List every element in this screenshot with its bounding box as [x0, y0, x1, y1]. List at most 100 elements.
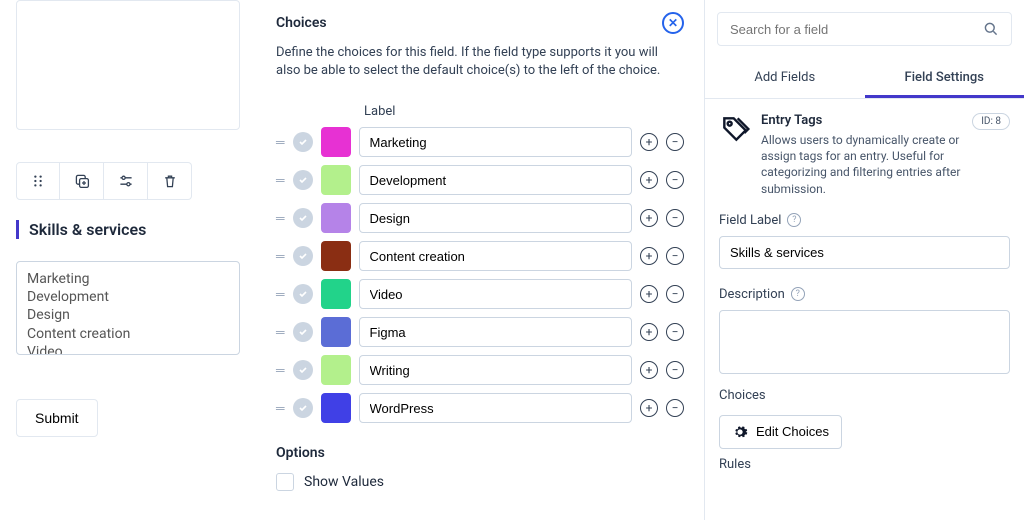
choice-row: ═ +− [276, 165, 684, 195]
drag-handle-icon[interactable]: ═ [276, 363, 285, 377]
add-choice-button[interactable]: + [640, 247, 658, 265]
form-preview-canvas [16, 0, 240, 130]
drag-handle-icon[interactable]: ═ [276, 173, 285, 187]
remove-choice-button[interactable]: − [666, 171, 684, 189]
submit-button[interactable]: Submit [16, 399, 98, 437]
add-choice-button[interactable]: + [640, 361, 658, 379]
duplicate-icon [74, 173, 90, 189]
choice-row: ═ +− [276, 203, 684, 233]
drag-handle-icon[interactable]: ═ [276, 211, 285, 225]
remove-choice-button[interactable]: − [666, 247, 684, 265]
drag-handle-icon[interactable]: ═ [276, 287, 285, 301]
field-type-description: Allows users to dynamically create or as… [761, 132, 962, 197]
sliders-icon [118, 173, 134, 189]
trash-icon [162, 173, 178, 189]
preview-item: Marketing [27, 270, 229, 288]
drag-handle-icon[interactable]: ═ [276, 325, 285, 339]
choice-row: ═ +− [276, 355, 684, 385]
color-swatch[interactable] [321, 279, 351, 309]
field-type-title: Entry Tags [761, 113, 962, 128]
add-choice-button[interactable]: + [640, 133, 658, 151]
color-swatch[interactable] [321, 165, 351, 195]
color-swatch[interactable] [321, 393, 351, 423]
choice-label-input[interactable] [359, 127, 632, 157]
default-choice-toggle[interactable] [293, 322, 313, 342]
remove-choice-button[interactable]: − [666, 133, 684, 151]
label-column-header: Label [364, 104, 684, 119]
options-section-title: Options [276, 445, 684, 461]
color-swatch[interactable] [321, 241, 351, 271]
color-swatch[interactable] [321, 355, 351, 385]
edit-choices-label: Edit Choices [756, 424, 829, 439]
choice-row: ═ +− [276, 317, 684, 347]
field-id-badge: ID: 8 [972, 113, 1010, 130]
preview-item: Video [27, 343, 229, 355]
field-toolbar [16, 162, 240, 200]
choice-label-input[interactable] [359, 203, 632, 233]
field-search[interactable] [717, 12, 1012, 46]
drag-handle-button[interactable] [16, 162, 60, 200]
right-tabs: Add Fields Field Settings [705, 60, 1024, 99]
choices-heading: Choices [705, 384, 1024, 407]
default-choice-toggle[interactable] [293, 132, 313, 152]
add-choice-button[interactable]: + [640, 285, 658, 303]
remove-choice-button[interactable]: − [666, 209, 684, 227]
color-swatch[interactable] [321, 127, 351, 157]
delete-button[interactable] [148, 162, 192, 200]
choice-label-input[interactable] [359, 165, 632, 195]
remove-choice-button[interactable]: − [666, 285, 684, 303]
default-choice-toggle[interactable] [293, 398, 313, 418]
preview-item: Content creation [27, 325, 229, 343]
choice-row: ═ +− [276, 127, 684, 157]
add-choice-button[interactable]: + [640, 323, 658, 341]
default-choice-toggle[interactable] [293, 284, 313, 304]
show-values-label: Show Values [304, 474, 384, 490]
remove-choice-button[interactable]: − [666, 399, 684, 417]
default-choice-toggle[interactable] [293, 246, 313, 266]
edit-choices-button[interactable]: Edit Choices [719, 415, 842, 449]
tab-field-settings[interactable]: Field Settings [865, 60, 1024, 98]
choice-label-input[interactable] [359, 355, 632, 385]
default-choice-toggle[interactable] [293, 360, 313, 380]
drag-handle-icon[interactable]: ═ [276, 249, 285, 263]
drag-handle-icon [31, 174, 45, 188]
field-preview[interactable]: Marketing Development Design Content cre… [16, 261, 240, 355]
default-choice-toggle[interactable] [293, 208, 313, 228]
preview-item: Development [27, 288, 229, 306]
choices-panel-title: Choices [276, 15, 327, 31]
choice-label-input[interactable] [359, 279, 632, 309]
close-icon: ✕ [668, 16, 678, 30]
color-swatch[interactable] [321, 317, 351, 347]
color-swatch[interactable] [321, 203, 351, 233]
add-choice-button[interactable]: + [640, 171, 658, 189]
description-input[interactable] [719, 310, 1010, 374]
search-icon [983, 21, 999, 37]
tag-icon [719, 113, 751, 145]
show-values-checkbox[interactable] [276, 473, 294, 491]
tab-add-fields[interactable]: Add Fields [705, 60, 865, 98]
field-label-input[interactable] [719, 236, 1010, 269]
help-icon[interactable]: ? [791, 287, 805, 301]
choice-label-input[interactable] [359, 317, 632, 347]
default-choice-toggle[interactable] [293, 170, 313, 190]
search-input[interactable] [730, 22, 983, 37]
drag-handle-icon[interactable]: ═ [276, 401, 285, 415]
rules-heading: Rules [705, 453, 1024, 476]
preview-item: Design [27, 306, 229, 324]
choice-label-input[interactable] [359, 393, 632, 423]
add-choice-button[interactable]: + [640, 209, 658, 227]
duplicate-button[interactable] [60, 162, 104, 200]
field-label-heading: Field Label [719, 213, 781, 228]
add-choice-button[interactable]: + [640, 399, 658, 417]
drag-handle-icon[interactable]: ═ [276, 135, 285, 149]
settings-button[interactable] [104, 162, 148, 200]
gear-icon [732, 424, 748, 440]
description-heading: Description [719, 287, 785, 302]
choice-row: ═ +− [276, 393, 684, 423]
choice-label-input[interactable] [359, 241, 632, 271]
remove-choice-button[interactable]: − [666, 323, 684, 341]
close-button[interactable]: ✕ [662, 12, 684, 34]
choice-row: ═ +− [276, 241, 684, 271]
help-icon[interactable]: ? [787, 213, 801, 227]
remove-choice-button[interactable]: − [666, 361, 684, 379]
